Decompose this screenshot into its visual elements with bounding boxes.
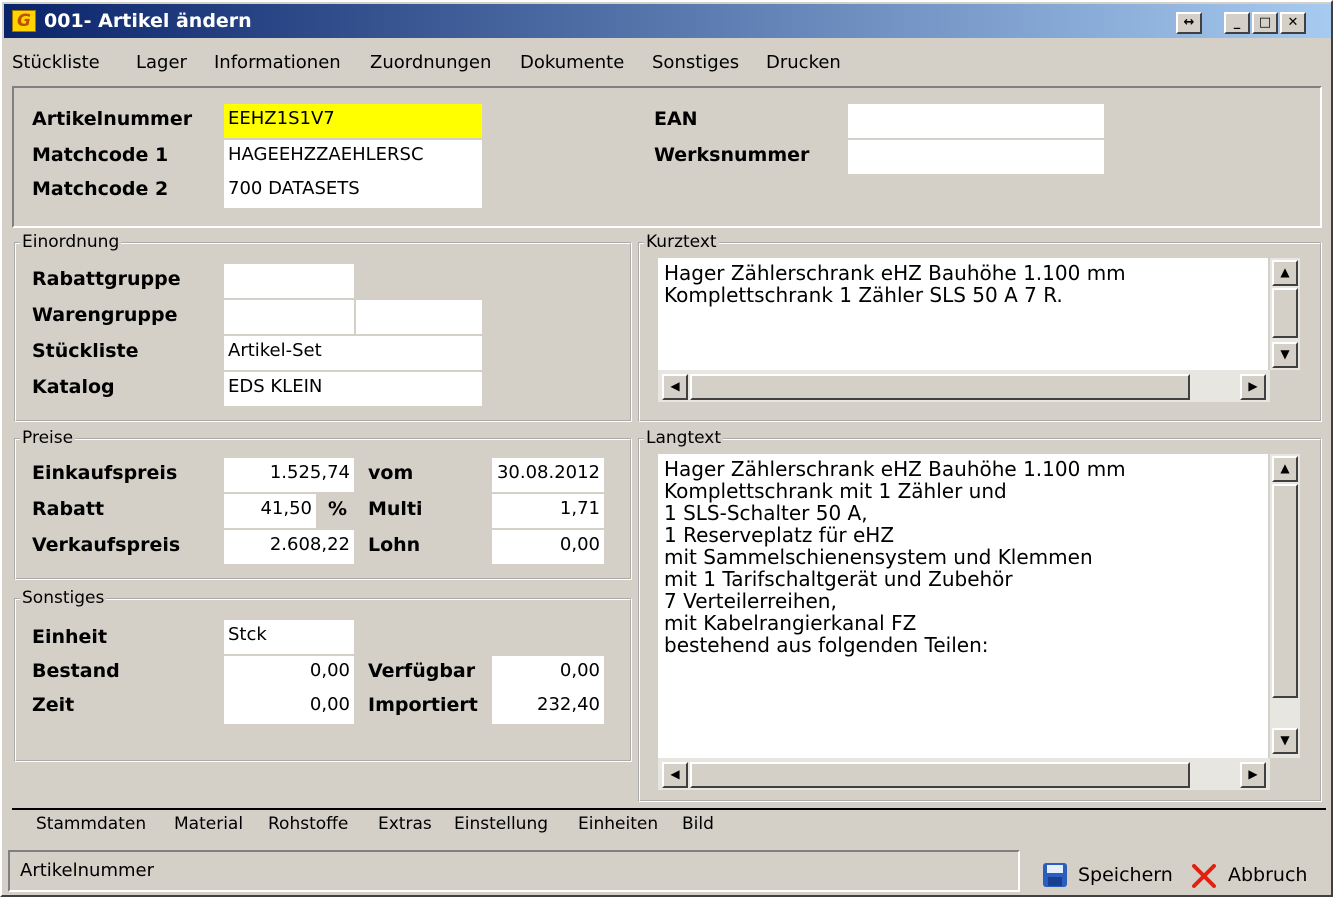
save-button-label: Speichern [1078, 864, 1173, 886]
tab-material[interactable]: Material [170, 814, 247, 842]
save-button[interactable]: Speichern [1038, 858, 1178, 894]
menu-dokumente[interactable]: Dokumente [520, 52, 624, 73]
tab-bild[interactable]: Bild [678, 814, 718, 842]
rabatt-input[interactable]: 41,50 [224, 494, 316, 528]
menu-informationen[interactable]: Informationen [214, 52, 341, 73]
langtext-legend: Langtext [644, 428, 724, 448]
tab-einstellung[interactable]: Einstellung [450, 814, 552, 842]
artikelnummer-label: Artikelnummer [32, 108, 193, 130]
title-bar[interactable]: G 001- Artikel ändern ↔ _ □ ✕ [4, 4, 1331, 38]
multi-label: Multi [368, 498, 423, 520]
zeit-label: Zeit [32, 694, 75, 716]
multi-input[interactable]: 1,71 [492, 494, 604, 528]
einheit-input[interactable]: Stck [224, 620, 354, 654]
importiert-label: Importiert [368, 694, 478, 716]
close-button[interactable]: ✕ [1280, 12, 1306, 34]
preise-legend: Preise [20, 428, 76, 448]
minimize-button[interactable]: _ [1224, 12, 1250, 34]
bestand-input[interactable]: 0,00 [224, 656, 354, 690]
einkaufspreis-input[interactable]: 1.525,74 [224, 458, 354, 492]
rabatt-label: Rabatt [32, 498, 105, 520]
katalog-input[interactable]: EDS KLEIN [224, 372, 482, 406]
stueckliste-input[interactable]: Artikel-Set [224, 336, 482, 370]
scroll-thumb[interactable] [690, 762, 1190, 788]
red-x-icon [1192, 864, 1216, 888]
langtext-vertical-scrollbar[interactable]: ▲ ▼ [1270, 454, 1300, 758]
lohn-input[interactable]: 0,00 [492, 530, 604, 564]
matchcode2-input[interactable]: 700 DATASETS [224, 174, 482, 208]
matchcode2-label: Matchcode 2 [32, 178, 169, 200]
kurztext-legend: Kurztext [644, 232, 719, 252]
tab-extras[interactable]: Extras [374, 814, 436, 842]
menu-sonstiges[interactable]: Sonstiges [652, 52, 739, 73]
werksnummer-input[interactable] [848, 140, 1104, 174]
katalog-label: Katalog [32, 376, 115, 398]
tab-einheiten[interactable]: Einheiten [574, 814, 662, 842]
menu-lager[interactable]: Lager [136, 52, 187, 73]
status-field: Artikelnummer [8, 850, 1020, 892]
scroll-right-arrow-icon[interactable]: ▶ [1240, 762, 1266, 788]
artikelnummer-input[interactable]: EEHZ1S1V7 [224, 104, 482, 138]
scroll-thumb[interactable] [1272, 484, 1298, 698]
ean-label: EAN [654, 108, 698, 130]
einheit-label: Einheit [32, 626, 108, 648]
einordnung-legend: Einordnung [20, 232, 122, 252]
rabattgruppe-label: Rabattgruppe [32, 268, 181, 290]
kurztext-horizontal-scrollbar[interactable]: ◀ ▶ [658, 370, 1270, 402]
bestand-label: Bestand [32, 660, 120, 682]
ean-input[interactable] [848, 104, 1104, 138]
lohn-label: Lohn [368, 534, 421, 556]
scroll-left-arrow-icon[interactable]: ◀ [662, 374, 688, 400]
cancel-button[interactable]: Abbruch [1186, 858, 1316, 894]
menu-stueckliste[interactable]: Stückliste [12, 52, 100, 73]
rabattgruppe-input[interactable] [224, 264, 354, 298]
vom-date-input[interactable]: 30.08.2012 [492, 458, 604, 492]
werksnummer-label: Werksnummer [654, 144, 810, 166]
matchcode1-label: Matchcode 1 [32, 144, 169, 166]
kurztext-vertical-scrollbar[interactable]: ▲ ▼ [1270, 258, 1300, 370]
menu-drucken[interactable]: Drucken [766, 52, 841, 73]
cancel-button-label: Abbruch [1228, 864, 1308, 886]
scroll-right-arrow-icon[interactable]: ▶ [1240, 374, 1266, 400]
application-window: G 001- Artikel ändern ↔ _ □ ✕ Stückliste… [0, 0, 1333, 897]
importiert-input[interactable]: 232,40 [492, 690, 604, 724]
verkaufspreis-input[interactable]: 2.608,22 [224, 530, 354, 564]
vom-label: vom [368, 462, 414, 484]
tab-rohstoffe[interactable]: Rohstoffe [264, 814, 352, 842]
app-logo-icon: G [12, 10, 36, 32]
scroll-left-arrow-icon[interactable]: ◀ [662, 762, 688, 788]
window-title: 001- Artikel ändern [44, 10, 252, 32]
zeit-input[interactable]: 0,00 [224, 690, 354, 724]
langtext-textarea[interactable]: Hager Zählerschrank eHZ Bauhöhe 1.100 mm… [658, 454, 1268, 758]
tab-strip-line [12, 808, 1326, 810]
matchcode1-input[interactable]: HAGEEHZZAEHLERSC [224, 140, 482, 174]
scroll-up-arrow-icon[interactable]: ▲ [1272, 260, 1298, 286]
resize-arrows-icon[interactable]: ↔ [1176, 12, 1202, 34]
verfuegbar-label: Verfügbar [368, 660, 476, 682]
einkaufspreis-label: Einkaufspreis [32, 462, 178, 484]
scroll-thumb[interactable] [690, 374, 1190, 400]
floppy-disk-icon [1043, 863, 1067, 887]
tab-stammdaten[interactable]: Stammdaten [32, 814, 151, 842]
scroll-down-arrow-icon[interactable]: ▼ [1272, 342, 1298, 368]
verfuegbar-input[interactable]: 0,00 [492, 656, 604, 690]
stueckliste-label: Stückliste [32, 340, 139, 362]
scroll-thumb[interactable] [1272, 288, 1298, 338]
warengruppe-input-2[interactable] [356, 300, 482, 334]
langtext-horizontal-scrollbar[interactable]: ◀ ▶ [658, 758, 1270, 790]
kurztext-textarea[interactable]: Hager Zählerschrank eHZ Bauhöhe 1.100 mm… [658, 258, 1268, 370]
sonstiges-legend: Sonstiges [20, 588, 107, 608]
menu-zuordnungen[interactable]: Zuordnungen [370, 52, 491, 73]
maximize-button[interactable]: □ [1252, 12, 1278, 34]
scroll-down-arrow-icon[interactable]: ▼ [1272, 728, 1298, 754]
percent-sign: % [328, 498, 348, 520]
warengruppe-input-1[interactable] [224, 300, 354, 334]
scroll-up-arrow-icon[interactable]: ▲ [1272, 456, 1298, 482]
warengruppe-label: Warengruppe [32, 304, 178, 326]
verkaufspreis-label: Verkaufspreis [32, 534, 181, 556]
